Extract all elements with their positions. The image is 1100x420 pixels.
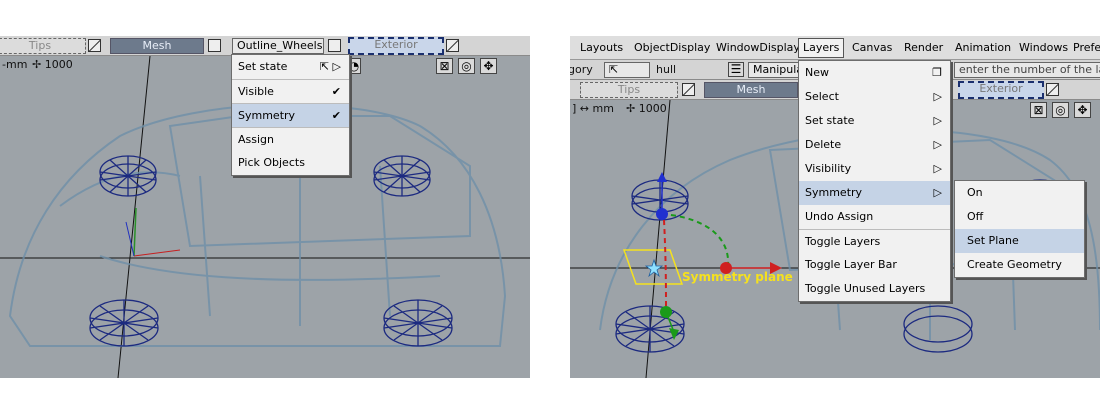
menu-item-label: Undo Assign <box>805 210 874 223</box>
outline-wheels-layer-field[interactable]: Outline_Wheels <box>232 38 324 54</box>
menu-item-label: Visible <box>238 85 274 98</box>
menu-layers[interactable]: Layers <box>798 38 845 58</box>
exterior-toggle-icon[interactable] <box>446 39 459 52</box>
units-label: ] ↔ mm <box>572 102 614 115</box>
layers-menu-delete[interactable]: Delete ▷ <box>799 133 950 157</box>
menu-objectdisplay[interactable]: ObjectDisplay <box>634 36 710 60</box>
menu-item-assign[interactable]: Assign <box>232 127 349 151</box>
menu-item-label: Toggle Layer Bar <box>805 258 897 271</box>
tips-toggle-icon[interactable] <box>682 83 695 96</box>
mesh-layer-field[interactable]: Mesh <box>110 38 204 54</box>
left-layer-bar: Tips Mesh Outline_Wheels Exterior <box>0 36 530 56</box>
tips-field[interactable]: Tips <box>0 38 86 54</box>
menu-item-label: On <box>967 186 983 199</box>
menu-item-label: Delete <box>805 138 842 151</box>
fit-view-icon[interactable]: ◎ <box>458 58 475 74</box>
layers-menu-toggle-unused-layers[interactable]: Toggle Unused Layers <box>799 277 950 301</box>
layers-menu-visibility[interactable]: Visibility ▷ <box>799 157 950 181</box>
submenu-arrow-icon: ▷ <box>933 90 942 103</box>
tips-field[interactable]: Tips <box>580 82 678 98</box>
pick-tool-icon[interactable]: ⇱ <box>604 62 650 78</box>
layers-menu-set-state[interactable]: Set state ▷ <box>799 109 950 133</box>
layers-menu-new[interactable]: New ❐ <box>799 61 950 85</box>
check-icon: ✔ <box>331 109 341 122</box>
menu-animation[interactable]: Animation <box>955 36 1011 60</box>
pan-icon[interactable]: ✥ <box>480 58 497 74</box>
menu-item-symmetry[interactable]: Symmetry ✔ <box>232 103 349 127</box>
layers-menu-select[interactable]: Select ▷ <box>799 85 950 109</box>
camera-icon[interactable]: ⊠ <box>1030 102 1047 118</box>
set-state-arrow-icon: ⇱ ▷ <box>319 60 341 73</box>
menu-item-label: Toggle Layers <box>805 235 881 248</box>
layer-context-menu: Set state ⇱ ▷ Visible ✔ Symmetry ✔ Assig… <box>231 54 350 176</box>
submenu-arrow-icon: ▷ <box>933 186 942 199</box>
symmetry-set-plane[interactable]: Set Plane <box>955 229 1084 253</box>
grid-size-label: ✢ 1000 <box>626 102 667 115</box>
window-icon: ❐ <box>932 66 942 79</box>
menu-item-label: Off <box>967 210 984 223</box>
menu-item-label: Symmetry <box>805 186 863 199</box>
left-viewport-panel: Tips Mesh Outline_Wheels Exterior -mm ✢ … <box>0 36 530 378</box>
list-icon[interactable]: ☰ <box>728 62 744 77</box>
menu-item-label: Pick Objects <box>238 156 305 169</box>
outline-visibility-checkbox[interactable] <box>328 39 341 52</box>
check-icon: ✔ <box>331 85 341 98</box>
camera-icon[interactable]: ⊠ <box>436 58 453 74</box>
layers-menu: New ❐ Select ▷ Set state ▷ Delete ▷ Visibili… <box>798 60 951 302</box>
exterior-toggle-icon[interactable] <box>1046 83 1059 96</box>
symmetry-create-geometry[interactable]: Create Geometry <box>955 253 1084 277</box>
submenu-arrow-icon: ▷ <box>933 162 942 175</box>
units-label: -mm <box>2 58 28 71</box>
hull-label: hull <box>656 63 677 76</box>
submenu-arrow-icon: ▷ <box>933 114 942 127</box>
submenu-arrow-icon: ▷ <box>933 138 942 151</box>
menu-item-pick-objects[interactable]: Pick Objects <box>232 151 349 175</box>
menu-item-label: Toggle Unused Layers <box>805 282 926 295</box>
symmetry-off[interactable]: Off <box>955 205 1084 229</box>
menu-item-label: Symmetry <box>238 109 296 122</box>
menu-item-set-state[interactable]: Set state ⇱ ▷ <box>232 55 349 79</box>
menu-item-label: Select <box>805 90 839 103</box>
right-viewport-panel: Layouts ObjectDisplay WindowDisplay Laye… <box>570 36 1100 378</box>
layers-menu-toggle-layers[interactable]: Toggle Layers <box>799 229 950 253</box>
manipulator-field[interactable]: Manipulat <box>748 62 800 78</box>
menu-item-label: Assign <box>238 133 274 146</box>
menu-preferences[interactable]: Prefe <box>1073 36 1100 60</box>
layers-menu-symmetry[interactable]: Symmetry ▷ <box>799 181 950 205</box>
mesh-layer-field[interactable]: Mesh <box>704 82 798 98</box>
menu-item-visible[interactable]: Visible ✔ <box>232 79 349 103</box>
menu-item-label: Create Geometry <box>967 258 1062 271</box>
layers-menu-undo-assign[interactable]: Undo Assign <box>799 205 950 229</box>
fit-view-icon[interactable]: ◎ <box>1052 102 1069 118</box>
symmetry-plane-label: Symmetry plane <box>682 270 793 284</box>
mesh-visibility-checkbox[interactable] <box>208 39 221 52</box>
menu-item-label: New <box>805 66 829 79</box>
exterior-layer-field[interactable]: Exterior <box>348 37 444 55</box>
menu-render[interactable]: Render <box>904 36 943 60</box>
menu-windows[interactable]: Windows <box>1019 36 1068 60</box>
menu-item-label: Set Plane <box>967 234 1019 247</box>
menu-item-label: Set state <box>805 114 855 127</box>
menu-canvas[interactable]: Canvas <box>852 36 892 60</box>
main-menubar: Layouts ObjectDisplay WindowDisplay Laye… <box>570 36 1100 60</box>
symmetry-submenu: On Off Set Plane Create Geometry <box>954 180 1085 278</box>
grid-size-label: ✢ 1000 <box>32 58 73 71</box>
menu-windowdisplay[interactable]: WindowDisplay <box>716 36 800 60</box>
layers-menu-toggle-layer-bar[interactable]: Toggle Layer Bar <box>799 253 950 277</box>
pan-icon[interactable]: ✥ <box>1074 102 1091 118</box>
category-label: gory <box>570 63 593 76</box>
menu-layouts[interactable]: Layouts <box>580 36 623 60</box>
exterior-layer-field[interactable]: Exterior <box>958 81 1044 99</box>
prompt-line[interactable]: enter the number of the layer <box>954 62 1100 78</box>
menu-item-label: Visibility <box>805 162 852 175</box>
symmetry-on[interactable]: On <box>955 181 1084 205</box>
menu-item-label: Set state <box>238 60 288 73</box>
tips-toggle-icon[interactable] <box>88 39 101 52</box>
